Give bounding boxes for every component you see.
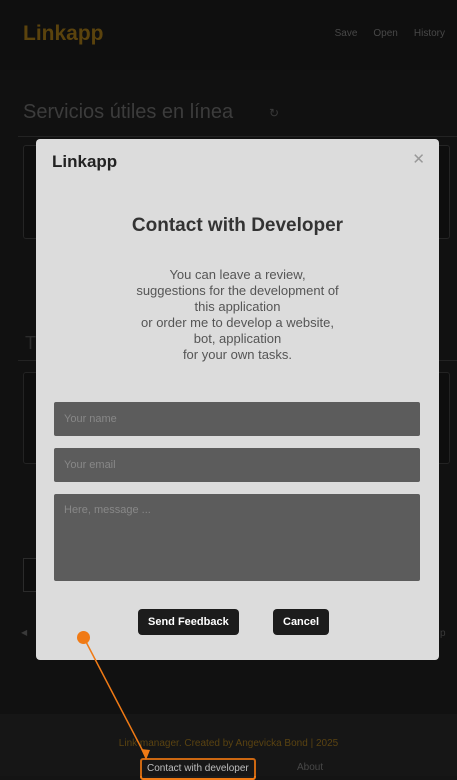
annotation-dot xyxy=(77,631,90,644)
modal-description: You can leave a review, suggestions for … xyxy=(136,267,339,362)
name-field[interactable] xyxy=(54,402,420,436)
close-icon[interactable]: ✕ xyxy=(412,150,425,168)
message-field[interactable] xyxy=(54,494,420,581)
modal-title: Linkapp xyxy=(52,152,118,171)
send-feedback-button[interactable]: Send Feedback xyxy=(138,609,239,635)
modal-heading: Contact with Developer xyxy=(131,215,344,236)
contact-modal: Linkapp ✕ Contact with Developer You can… xyxy=(36,139,439,660)
email-field[interactable] xyxy=(54,448,420,482)
cancel-button[interactable]: Cancel xyxy=(273,609,330,635)
